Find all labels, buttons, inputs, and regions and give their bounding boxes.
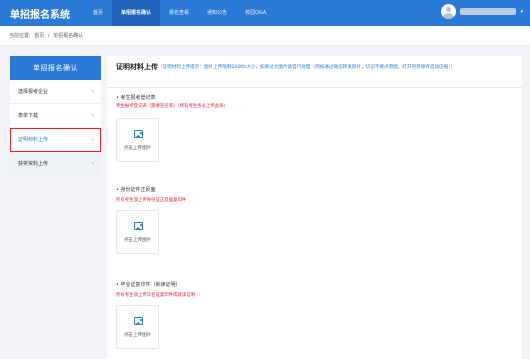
section-title-id-card: 身份证件正反面 [116,186,156,193]
sidebar-title: 单招报名确认 [10,56,101,80]
upload-label: 点击上传图片 [123,238,152,243]
upload-diploma-button[interactable]: 点击上传图片 [116,305,159,349]
section-note-diploma: 所有考生须上传毕业证复印件或就读证明 [116,293,196,298]
breadcrumb-bar: 当前位置: 首页 / 单招报名确认 [0,26,530,46]
main-nav: 首页 单招报名确认 报名查看 通知公告 校园Q&A [84,0,275,26]
image-icon [134,130,143,138]
upload-id-card-button[interactable]: 点击上传图片 [116,210,159,254]
sidebar-item-select-company[interactable]: 选择报考企业 › [10,80,101,104]
section-title-diploma: 毕业证复印件（就读证明） [116,281,181,288]
nav-registration-confirm[interactable]: 单招报名确认 [112,0,161,26]
image-icon [134,317,143,325]
sidebar-item-label: 证明材料上传 [18,137,49,143]
breadcrumb-prefix: 当前位置: [9,33,31,39]
chevron-right-icon: › [91,112,94,119]
nav-home[interactable]: 首页 [84,0,112,26]
upload-label: 点击上传图片 [123,146,152,151]
sidebar-item-proof-upload[interactable]: 证明材料上传 › [10,128,101,152]
top-nav-bar: 单招报名系统 首页 单招报名确认 报名查看 通知公告 校园Q&A ▾ [0,0,530,26]
main-panel: 证明材料上传 （证明材料上传提示：图片上传限制200Kb大小，如果过大图片请自行… [107,56,522,359]
sidebar-item-label: 获奖资料上传 [18,161,49,167]
nav-notices[interactable]: 通知公告 [198,0,236,26]
user-menu[interactable]: ▾ [441,4,523,19]
breadcrumb-separator: / [47,33,50,39]
nav-campus-qa[interactable]: 校园Q&A [236,0,275,26]
chevron-down-icon[interactable]: ▾ [520,9,523,15]
section-note-registration-form: 考生报考登记表（需要签名等）（所有考生务必上传此表） [116,104,228,109]
sidebar-item-label: 选择报考企业 [18,89,49,95]
section-note-id-card: 所有考生须上传身份证正反面复印件 [116,198,187,203]
upload-label: 点击上传图片 [123,333,152,338]
chevron-right-icon: › [91,88,94,95]
section-title-registration-form: 考生报考登记表 [116,94,156,101]
sidebar-item-form-download[interactable]: 表单下载 › [10,104,101,128]
divider [107,87,522,88]
breadcrumb-current: 单招报名确认 [53,33,84,39]
chevron-right-icon: › [91,160,94,167]
sidebar-item-label: 表单下载 [18,113,39,119]
breadcrumb-home[interactable]: 首页 [34,33,44,39]
chevron-right-icon: › [91,136,94,143]
upload-hint: （证明材料上传提示：图片上传限制200Kb大小，如果过大图片请自行处理（例如通过… [158,65,456,70]
page-title: 证明材料上传 [116,63,158,71]
upload-registration-form-button[interactable]: 点击上传图片 [116,118,159,162]
avatar[interactable] [441,4,457,19]
username-blurred[interactable] [460,8,517,15]
sidebar-item-award-upload[interactable]: 获奖资料上传 › [10,152,101,176]
app-title: 单招报名系统 [10,10,70,21]
nav-registration-view[interactable]: 报名查看 [160,0,198,26]
image-icon [134,222,143,230]
breadcrumb: 当前位置: 首页 / 单招报名确认 [9,32,85,39]
sidebar: 单招报名确认 选择报考企业 › 表单下载 › 证明材料上传 › 获奖资料上传 › [10,56,101,176]
